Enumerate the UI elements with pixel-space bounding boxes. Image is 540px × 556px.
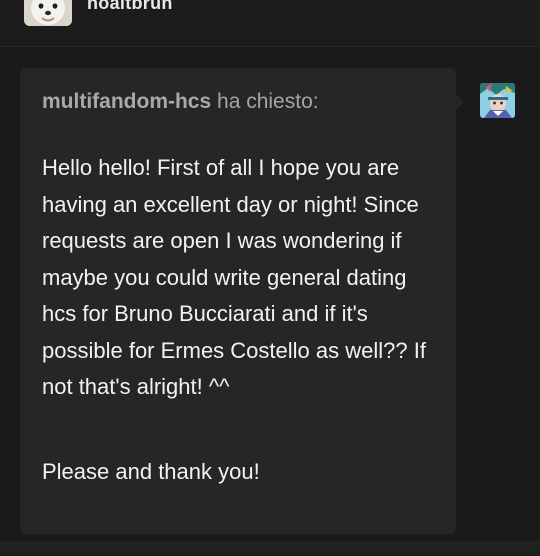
post-header: noaltbruh <box>0 0 540 47</box>
poster-username[interactable]: noaltbruh <box>87 0 173 14</box>
ask-verb: ha chiesto: <box>217 90 319 113</box>
asker-avatar-icon[interactable] <box>480 83 515 118</box>
bottom-edge <box>0 541 540 556</box>
asker-username[interactable]: multifandom-hcs <box>42 90 211 113</box>
ask-card: multifandom-hcs ha chiesto: Hello hello!… <box>20 68 464 534</box>
poster-avatar-icon[interactable] <box>24 0 72 26</box>
ask-attribution: multifandom-hcs ha chiesto: <box>42 90 319 114</box>
ask-question-text: Hello hello! First of all I hope you are… <box>42 155 426 399</box>
ask-signoff-text: Please and thank you! <box>42 459 260 484</box>
